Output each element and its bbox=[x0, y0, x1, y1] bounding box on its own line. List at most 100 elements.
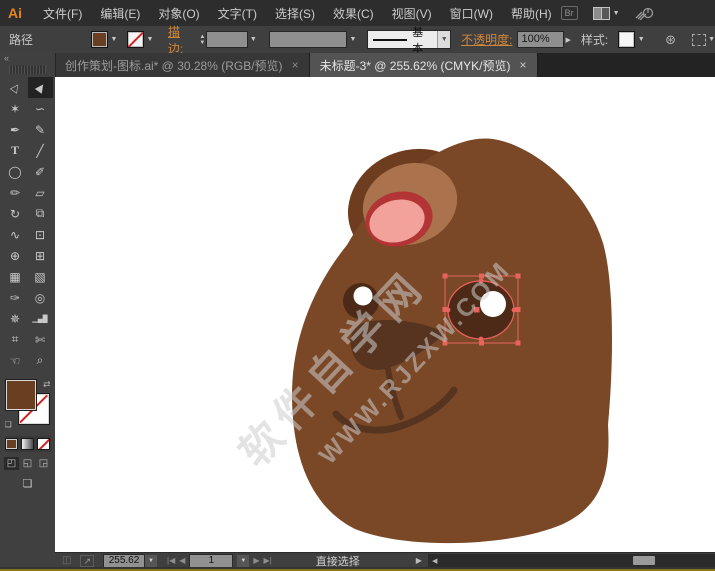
chevron-right-icon[interactable]: ▶ bbox=[565, 36, 570, 44]
style-swatch[interactable] bbox=[618, 31, 635, 48]
anchor-point[interactable] bbox=[512, 308, 517, 313]
artboard-dropdown-icon[interactable]: ▼ bbox=[237, 555, 249, 567]
gradient-button[interactable] bbox=[21, 438, 34, 450]
menu-effect[interactable]: 效果(C) bbox=[324, 5, 383, 22]
selection-handle[interactable] bbox=[516, 274, 521, 279]
document-setup-icon[interactable]: ⊛ bbox=[665, 32, 676, 48]
fill-swatch[interactable] bbox=[91, 31, 108, 48]
menu-select[interactable]: 选择(S) bbox=[266, 5, 324, 22]
close-icon[interactable]: × bbox=[292, 58, 299, 72]
lasso-tool[interactable]: ∽ bbox=[28, 98, 53, 119]
selection-tool[interactable]: ▷ bbox=[3, 77, 28, 98]
opacity-panel-link[interactable]: 不透明度: bbox=[461, 31, 512, 48]
paintbrush-tool[interactable]: ✐ bbox=[28, 161, 53, 182]
zoom-level-input[interactable]: 255.62 bbox=[103, 554, 145, 568]
menu-object[interactable]: 对象(O) bbox=[149, 5, 208, 22]
scrollbar-thumb[interactable] bbox=[633, 556, 655, 565]
pen-tool[interactable]: ✒ bbox=[3, 119, 28, 140]
next-artboard-button[interactable]: ▶ bbox=[253, 556, 259, 565]
rotate-tool[interactable]: ↻ bbox=[3, 203, 28, 224]
chevron-down-icon[interactable]: ▼ bbox=[347, 36, 358, 43]
previous-artboard-button[interactable]: ◀ bbox=[179, 556, 185, 565]
menu-window[interactable]: 窗口(W) bbox=[441, 5, 502, 22]
color-button[interactable] bbox=[5, 438, 18, 450]
chevron-down-icon[interactable]: ▼ bbox=[437, 31, 450, 48]
menu-view[interactable]: 视图(V) bbox=[383, 5, 441, 22]
draw-normal-button[interactable]: ◰ bbox=[4, 457, 19, 470]
eyedropper-tool[interactable]: ✑ bbox=[3, 287, 28, 308]
scrollbar-track[interactable] bbox=[441, 555, 715, 566]
pencil-tool[interactable]: ✏ bbox=[3, 182, 28, 203]
free-transform-tool[interactable]: ⊡ bbox=[28, 224, 53, 245]
stroke-none-swatch[interactable] bbox=[127, 31, 144, 48]
shape-builder-tool[interactable]: ⊕ bbox=[3, 245, 28, 266]
brush-definition-dropdown[interactable] bbox=[269, 31, 348, 48]
bridge-icon[interactable]: Br bbox=[561, 6, 578, 20]
select-similar-control[interactable]: ▼ bbox=[692, 34, 715, 46]
tab-document-1[interactable]: 创作策划-图标.ai* @ 30.28% (RGB/预览) × bbox=[55, 53, 310, 77]
stroke-color-control[interactable]: ▼ bbox=[127, 31, 156, 48]
column-graph-tool[interactable]: ▁▄█ bbox=[28, 308, 53, 329]
artboard-tool[interactable]: ⌗ bbox=[3, 329, 28, 350]
tab-document-2[interactable]: 未标题-3* @ 255.62% (CMYK/预览) × bbox=[310, 53, 538, 77]
zoom-dropdown-icon[interactable]: ▼ bbox=[145, 555, 157, 567]
blend-tool[interactable]: ◎ bbox=[28, 287, 53, 308]
panel-grip[interactable] bbox=[9, 65, 46, 74]
chevron-down-icon[interactable]: ▼ bbox=[248, 36, 259, 43]
close-icon[interactable]: × bbox=[519, 58, 526, 72]
gradient-tool[interactable]: ▧ bbox=[28, 266, 53, 287]
horizontal-scrollbar[interactable]: ◀ bbox=[428, 554, 715, 567]
menu-help[interactable]: 帮助(H) bbox=[502, 5, 561, 22]
menu-file[interactable]: 文件(F) bbox=[34, 5, 91, 22]
default-fill-stroke-icon[interactable]: ❏ bbox=[5, 420, 12, 429]
selection-handle[interactable] bbox=[443, 274, 448, 279]
status-expand-icon[interactable]: ▶ bbox=[416, 556, 422, 565]
fill-indicator[interactable] bbox=[6, 380, 36, 410]
cs-live-icon[interactable] bbox=[635, 6, 654, 20]
shape-tool[interactable]: ◯ bbox=[3, 161, 28, 182]
fill-color-control[interactable]: ▼ bbox=[91, 31, 120, 48]
menu-type[interactable]: 文字(T) bbox=[209, 5, 266, 22]
hand-tool[interactable]: ☜ bbox=[3, 350, 28, 371]
draw-inside-button[interactable]: ◲ bbox=[36, 457, 51, 470]
zoom-tool[interactable]: ⌕ bbox=[28, 350, 53, 371]
artboard-canvas[interactable]: 软件自学网 WWW.RJZXW.COM bbox=[55, 77, 715, 552]
symbol-sprayer-tool[interactable]: ✵ bbox=[3, 308, 28, 329]
stroke-style-dropdown[interactable]: 基本 ▼ bbox=[367, 30, 452, 49]
width-tool[interactable]: ∿ bbox=[3, 224, 28, 245]
preview-mode-icon[interactable]: ◫ bbox=[62, 555, 71, 566]
perspective-grid-tool[interactable]: ⊞ bbox=[28, 245, 53, 266]
slice-tool[interactable]: ✄ bbox=[28, 329, 53, 350]
menu-edit[interactable]: 编辑(E) bbox=[91, 5, 149, 22]
stroke-weight-input[interactable] bbox=[206, 31, 247, 48]
scale-tool[interactable]: ⧉ bbox=[28, 203, 53, 224]
panel-collapse-button[interactable]: « bbox=[0, 53, 55, 64]
mesh-tool[interactable]: ▦ bbox=[3, 266, 28, 287]
workspace-switcher[interactable]: ▼ bbox=[593, 7, 620, 20]
bear-artwork[interactable]: 软件自学网 WWW.RJZXW.COM bbox=[55, 77, 715, 552]
direct-selection-tool[interactable]: ▶ bbox=[28, 77, 53, 98]
chevron-down-icon[interactable]: ▼ bbox=[108, 36, 120, 43]
scroll-left-icon[interactable]: ◀ bbox=[428, 557, 441, 565]
last-artboard-button[interactable]: ▶| bbox=[264, 556, 272, 565]
selection-handle[interactable] bbox=[516, 341, 521, 346]
chevron-down-icon[interactable]: ▼ bbox=[144, 36, 156, 43]
first-artboard-button[interactable]: |◀ bbox=[167, 556, 175, 565]
magic-wand-tool[interactable]: ✶ bbox=[3, 98, 28, 119]
chevron-down-icon[interactable]: ▼ bbox=[635, 36, 647, 43]
swap-fill-stroke-icon[interactable]: ⇄ bbox=[43, 379, 51, 390]
screen-mode-button[interactable]: ❏ bbox=[0, 477, 55, 490]
none-button[interactable] bbox=[37, 438, 50, 450]
stroke-panel-link[interactable]: 描边: bbox=[168, 23, 193, 57]
export-icon[interactable]: ↗ bbox=[80, 555, 94, 567]
eraser-tool[interactable]: ▱ bbox=[28, 182, 53, 203]
curvature-tool[interactable]: ✎ bbox=[28, 119, 53, 140]
draw-behind-button[interactable]: ◱ bbox=[20, 457, 35, 470]
stepper-down-icon[interactable]: ▼ bbox=[199, 40, 205, 46]
anchor-point[interactable] bbox=[479, 337, 484, 342]
line-tool[interactable]: ╱ bbox=[28, 140, 53, 161]
stroke-weight-stepper[interactable]: ▲ ▼ bbox=[199, 34, 205, 46]
graphic-style-control[interactable]: ▼ bbox=[613, 31, 647, 48]
artboard-number-input[interactable]: 1 bbox=[189, 554, 233, 568]
opacity-input[interactable]: 100% bbox=[517, 31, 564, 48]
